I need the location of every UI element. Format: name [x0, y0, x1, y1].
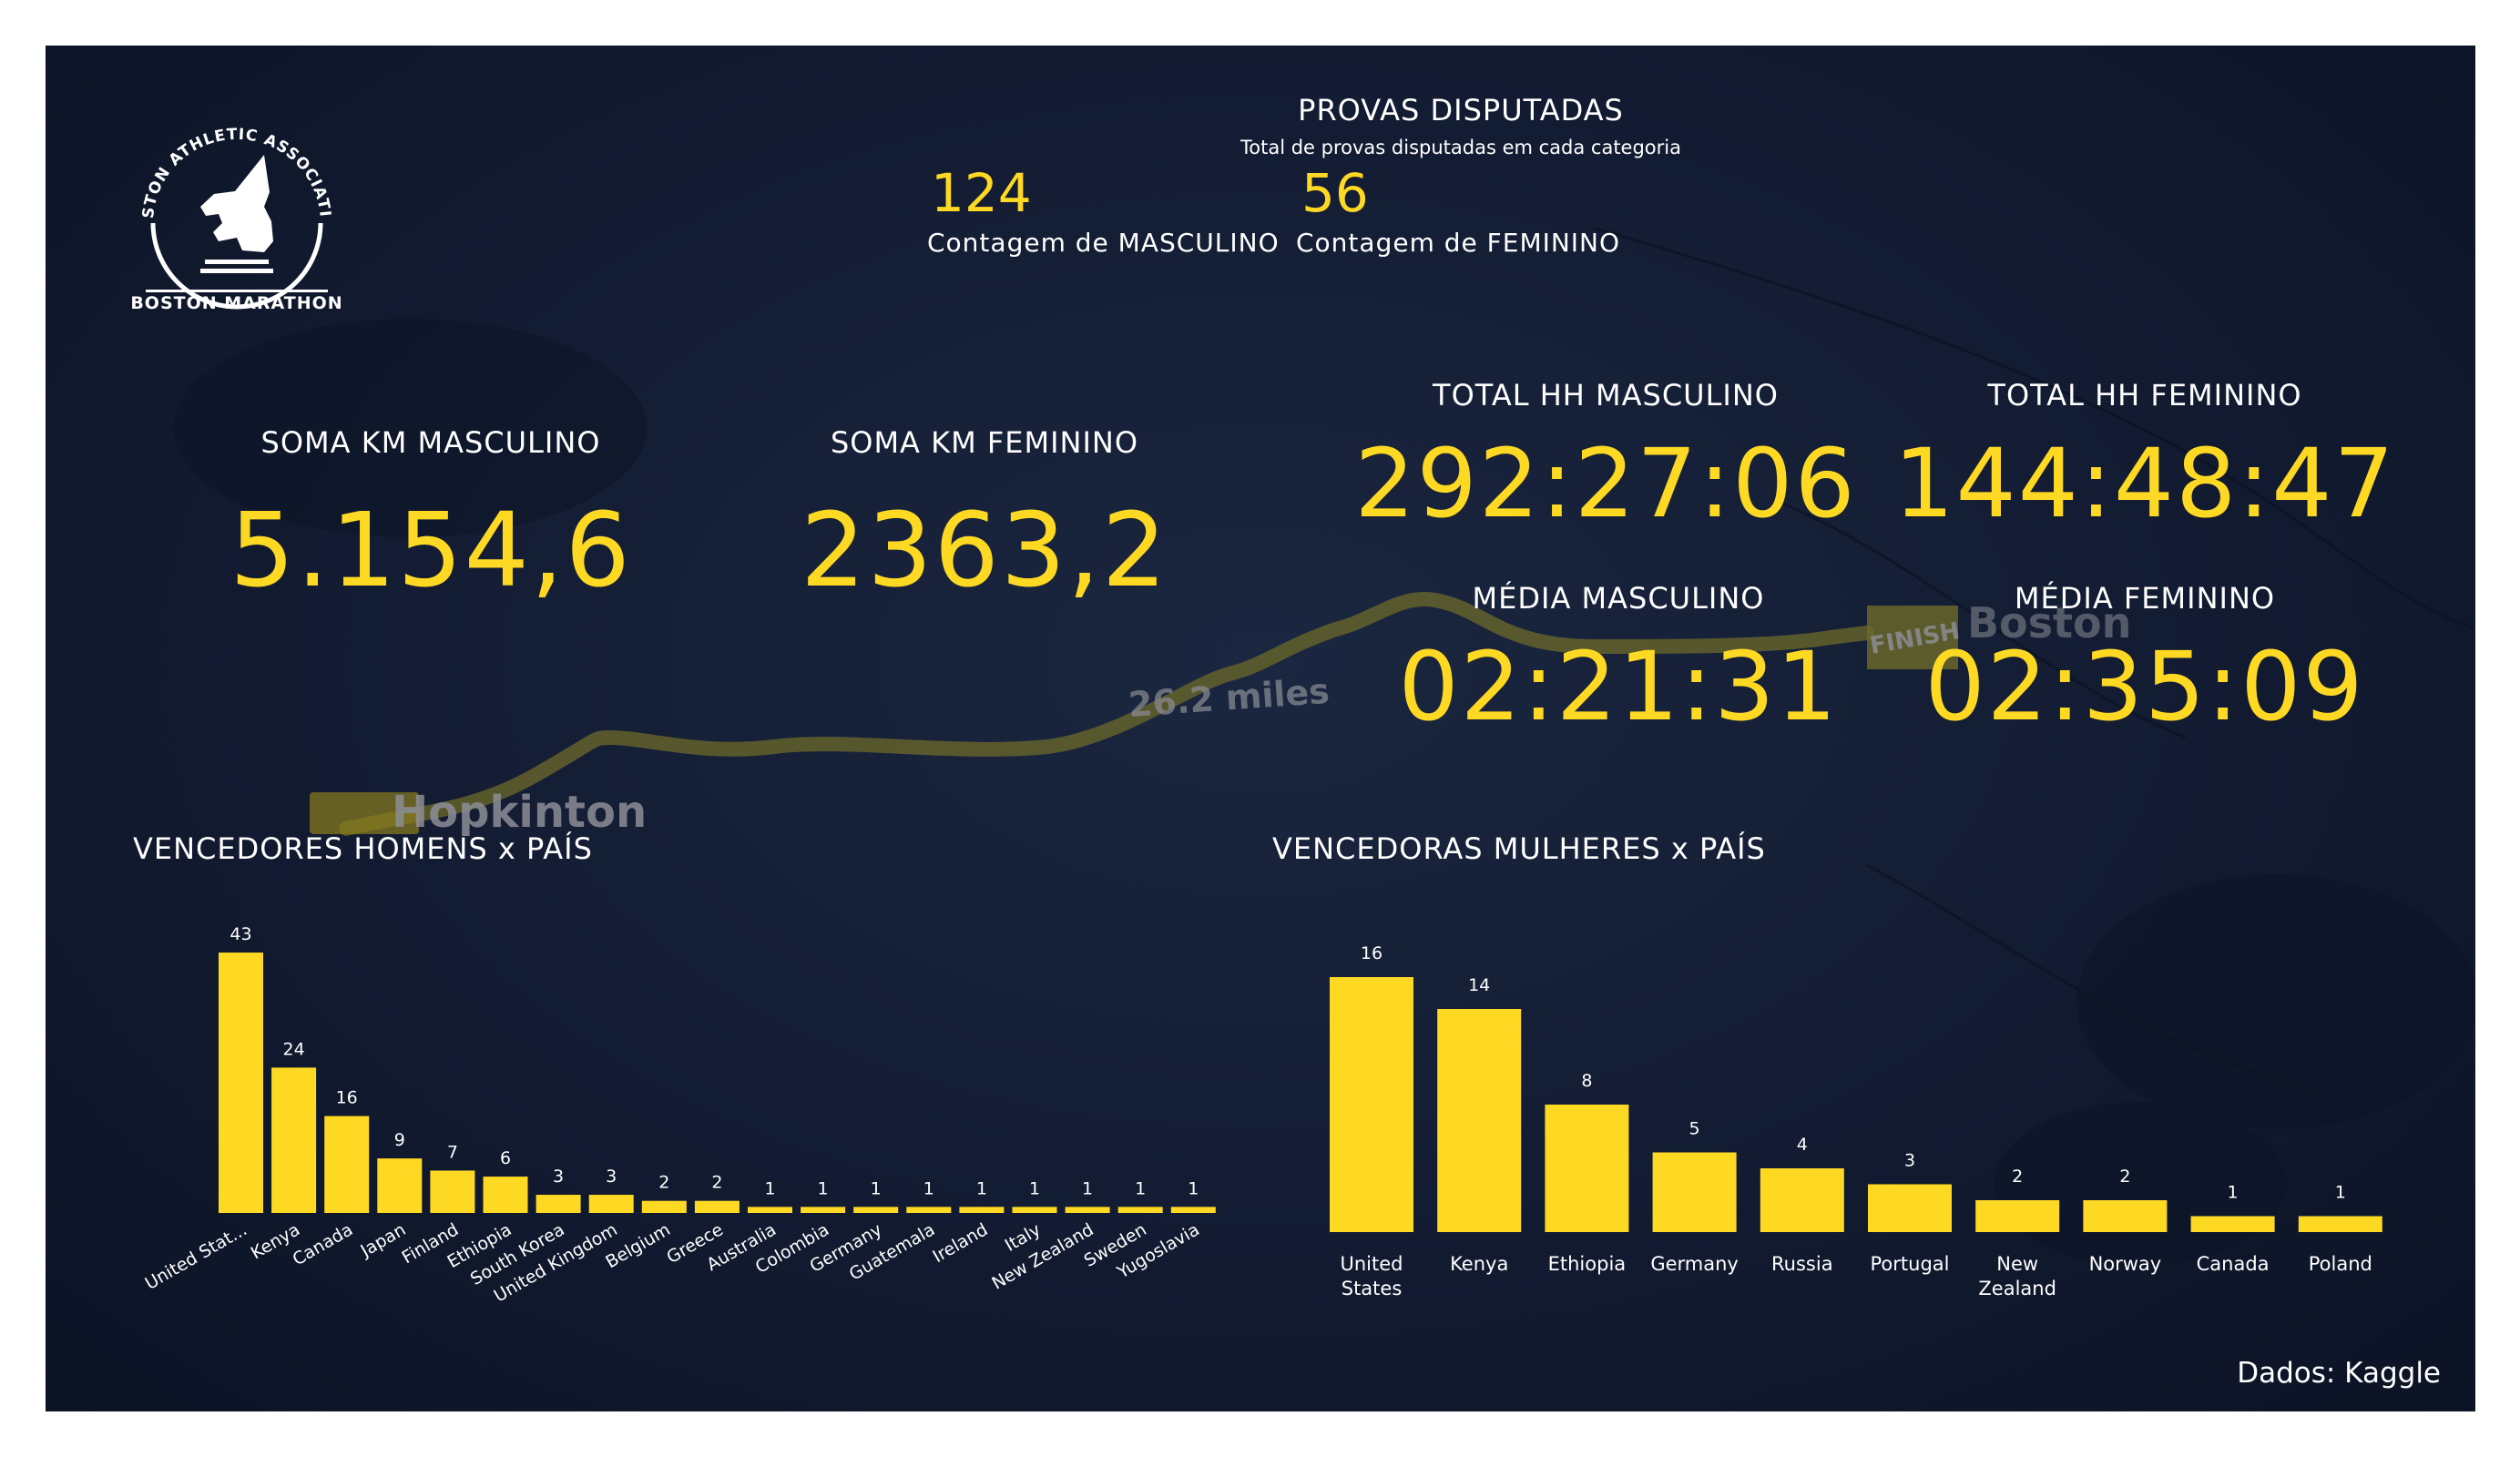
- women-bar: [1437, 1009, 1522, 1232]
- women-bar: [2298, 1216, 2382, 1232]
- women-category-label: Ethiopia: [1548, 1253, 1627, 1275]
- women-bar-value-label: 8: [1581, 1071, 1592, 1091]
- dashboard-panel: Hopkinton 26.2 miles FINISH Boston BOSTO…: [46, 46, 2475, 1411]
- women-bar-value-label: 1: [2228, 1183, 2239, 1203]
- women-category-label: Zealand: [1978, 1278, 2056, 1299]
- women-category-label: New: [1996, 1253, 2038, 1275]
- women-bar: [2083, 1200, 2168, 1232]
- women-category-label: United: [1341, 1253, 1403, 1275]
- women-bar-value-label: 2: [2119, 1167, 2130, 1187]
- women-category-label: Germany: [1650, 1253, 1739, 1275]
- women-bar-value-label: 3: [1904, 1151, 1915, 1171]
- women-category-label: Kenya: [1450, 1253, 1508, 1275]
- women-category-label: Russia: [1771, 1253, 1833, 1275]
- women-bar: [1330, 977, 1413, 1232]
- women-category-label: Poland: [2309, 1253, 2372, 1275]
- women-category-label: Portugal: [1871, 1253, 1950, 1275]
- women-bar: [1760, 1168, 1844, 1232]
- women-category-label: Canada: [2197, 1253, 2270, 1275]
- women-bar: [1868, 1184, 1952, 1232]
- women-category-label: Norway: [2089, 1253, 2162, 1275]
- women-winners-bar-chart: 16 United States 14 Kenya 8 Ethiopia 5 Germany 4 R…: [1330, 943, 2382, 1299]
- women-bar: [1545, 1105, 1629, 1232]
- women-bar-value-label: 1: [2335, 1183, 2346, 1203]
- women-bar-value-label: 2: [2012, 1167, 2023, 1187]
- women-bar: [1975, 1200, 2060, 1232]
- women-bar: [1652, 1152, 1737, 1232]
- women-bar-value-label: 4: [1797, 1135, 1808, 1155]
- women-bar-value-label: 5: [1689, 1119, 1700, 1139]
- women-bar-value-label: 16: [1361, 943, 1382, 963]
- women-bar-value-label: 14: [1468, 975, 1490, 995]
- women-category-label: States: [1342, 1278, 1403, 1299]
- data-source-note: Dados: Kaggle: [2237, 1357, 2441, 1390]
- women-bar: [2190, 1216, 2275, 1232]
